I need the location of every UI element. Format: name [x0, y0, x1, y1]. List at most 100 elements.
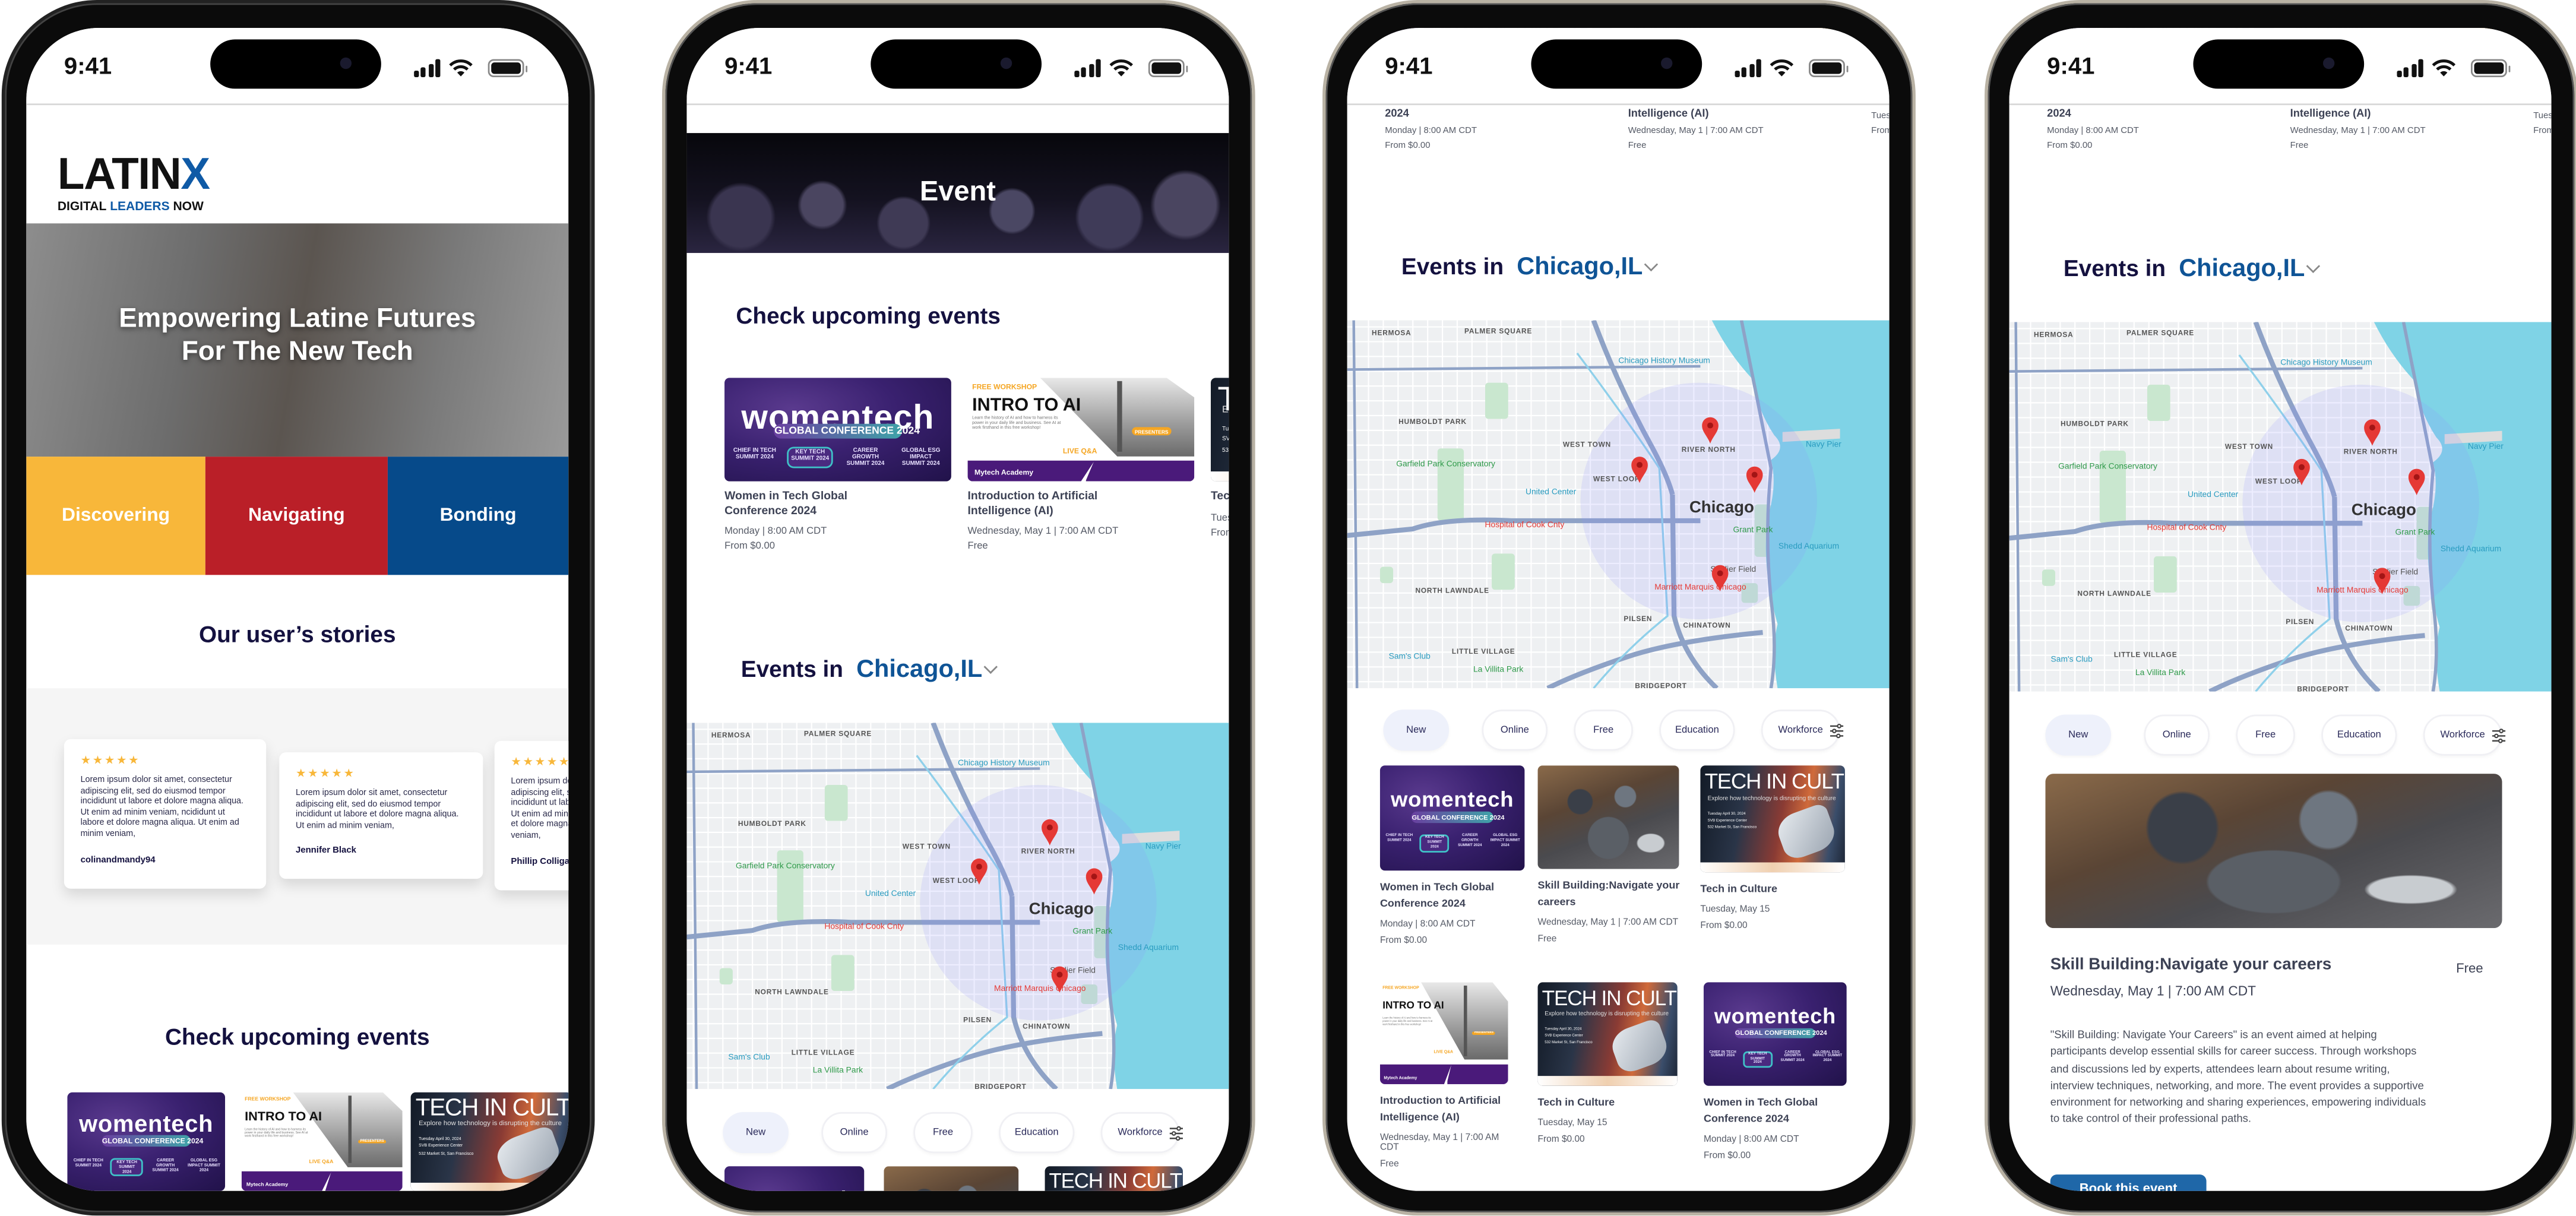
map-canvas[interactable]: RIVER NORTH WEST LOOP WEST TOWN Navy Pier Gr…: [1347, 320, 1890, 689]
cellular-signal-icon: [1735, 59, 1761, 78]
tile-navigating[interactable]: Navigating: [205, 457, 388, 575]
filter-chips: New Online Free Education Workforce: [686, 1112, 1229, 1155]
tile-bonding[interactable]: Bonding: [387, 457, 569, 575]
map-canvas[interactable]: RIVER NORTH WEST LOOP WEST TOWN Navy Pier Gr…: [686, 723, 1229, 1090]
wifi-icon: [1770, 59, 1794, 77]
filter-chip-online[interactable]: Online: [821, 1112, 887, 1154]
events-map[interactable]: RIVER NORTH WEST LOOP WEST TOWN Navy Pier Gr…: [2009, 322, 2552, 692]
testimonial-author: Phillip Colliga: [511, 856, 569, 867]
event-card[interactable]: TECH IN CULTURE Explore how technology i…: [1210, 378, 1229, 539]
events-in-label: Events in: [2063, 254, 2166, 281]
book-event-button[interactable]: Book this event: [2050, 1174, 2207, 1191]
event-price: From $0.00: [1379, 936, 1428, 946]
latinx-logo[interactable]: LATINX DIGITAL LEADERS NOW: [58, 152, 210, 214]
event-title: Tech in Culture: [1700, 884, 1777, 895]
event-detail-date: Wednesday, May 1 | 7:00 AM CDT: [2050, 984, 2256, 999]
map-label: United Center: [865, 889, 916, 898]
event-date: Tuesday, May 15: [2533, 112, 2552, 122]
event-card[interactable]: TECH IN CULTURE Explore how technology i…: [411, 1092, 569, 1191]
city-selector[interactable]: Chicago,IL: [856, 656, 998, 683]
map-label: NORTH LAWNDALE: [755, 988, 829, 996]
events-map[interactable]: RIVER NORTH WEST LOOP WEST TOWN Navy Pier Gr…: [1347, 320, 1890, 689]
event-card[interactable]: womentech GLOBAL CONFERENCE 2024 CHIEF I…: [67, 1092, 225, 1191]
event-title: Introduction to Artificial Intelligence …: [967, 491, 1098, 517]
map-label: Shedd Aquarium: [2441, 543, 2501, 553]
events-carousel: womentech GLOBAL CONFERENCE 2024 CHIEF I…: [686, 378, 1229, 575]
filter-chip-education[interactable]: Education: [2321, 714, 2397, 756]
sliders-icon[interactable]: [2490, 728, 2507, 745]
map-label: CHINATOWN: [2345, 624, 2393, 632]
map-park: [719, 968, 733, 984]
filter-chips: New Online Free Education Workforce: [1347, 710, 1890, 752]
event-card[interactable]: womentech GLOBAL CONFERENCE 2024 CHIEF I…: [1379, 765, 1524, 946]
event-card[interactable]: TECH IN CULTURE Explore how technology i…: [1700, 765, 1844, 932]
events-location-header: Events in Chicago,IL: [2063, 254, 2320, 283]
event-card[interactable]: FREE WORKSHOP INTRO TO AI Learn the hist…: [242, 1092, 403, 1191]
testimonials-section: ★★★★★ Lorem ipsum dolor sit amet, consec…: [26, 688, 569, 945]
map-label: HERMOSA: [2034, 330, 2074, 338]
map-label: WEST TOWN: [2225, 442, 2273, 451]
filter-chip-education[interactable]: Education: [999, 1112, 1075, 1154]
event-date: Tuesday, May 15: [1871, 112, 1890, 122]
map-label: Chicago History Museum: [958, 758, 1049, 767]
womentech-poster: womentech GLOBAL CONFERENCE 2024 CHIEF I…: [724, 378, 951, 481]
map-label: La Villita Park: [813, 1066, 863, 1075]
filter-chip-free[interactable]: Free: [1574, 710, 1634, 751]
map-label: Hospital of Cook Cnty: [2147, 522, 2226, 531]
city-selector[interactable]: Chicago,IL: [2179, 255, 2320, 283]
event-date: Monday | 8:00 AM CDT: [724, 528, 827, 538]
map-park: [1485, 382, 1508, 419]
map-label: United Center: [2188, 489, 2239, 499]
event-price: From $0.00: [1703, 1151, 1751, 1161]
map-label: La Villita Park: [2135, 667, 2185, 677]
wifi-icon: [2432, 59, 2456, 77]
map-label: LITTLE VILLAGE: [1452, 647, 1515, 656]
event-card[interactable]: womentech GLOBAL CONFERENCE 2024 CHIEF I…: [724, 378, 951, 553]
status-bar: 9:41: [26, 28, 569, 106]
tech-culture-poster: TECH IN CULTURE Explore how technology i…: [411, 1092, 569, 1191]
testimonial-author: Jennifer Black: [295, 846, 356, 857]
map-park: [831, 955, 855, 992]
event-card[interactable]: Skill Building:Navigate your careers Wed…: [1537, 765, 1679, 945]
filter-chip-education[interactable]: Education: [1659, 710, 1735, 751]
stories-title: Our user’s stories: [198, 620, 396, 648]
events-location-header: Events in Chicago,IL: [1401, 253, 1658, 281]
filter-chip-free[interactable]: Free: [913, 1112, 973, 1154]
wifi-icon: [449, 59, 473, 77]
womentech-poster: womentech GLOBAL CONFERENCE 2024 CHIEF I…: [1704, 982, 1847, 1085]
event-card[interactable]: [884, 1166, 1018, 1190]
filter-chip-new[interactable]: New: [2045, 714, 2112, 756]
event-card[interactable]: TECH IN CULTURE Explore how technology i…: [1537, 982, 1678, 1145]
tech-culture-poster: TECH IN CULTURE Explore how technology i…: [1045, 1166, 1183, 1190]
status-bar: 9:41: [2009, 28, 2552, 106]
event-card[interactable]: TECH IN CULTURE Explore how technology i…: [1045, 1166, 1183, 1190]
event-card[interactable]: FREE WORKSHOP INTRO TO AI Learn the hist…: [1379, 982, 1508, 1170]
event-card[interactable]: womentech GLOBAL CONFERENCE 2024 CHIEF I…: [1703, 982, 1847, 1161]
tile-discovering[interactable]: Discovering: [26, 457, 205, 575]
map-label: PILSEN: [1624, 615, 1652, 623]
event-card[interactable]: womentech GLOBAL CONFERENCE 2024 CHIEF I…: [724, 1166, 864, 1190]
event-price: From $0.00: [2047, 140, 2093, 151]
filter-chip-new[interactable]: New: [1383, 710, 1450, 751]
dynamic-island: [871, 39, 1042, 89]
wifi-icon: [1109, 59, 1133, 77]
intro-ai-poster: FREE WORKSHOP INTRO TO AI Learn the hist…: [1380, 982, 1508, 1084]
sliders-icon[interactable]: [1168, 1125, 1185, 1142]
map-label: PILSEN: [2286, 618, 2314, 626]
events-map[interactable]: RIVER NORTH WEST LOOP WEST TOWN Navy Pier Gr…: [686, 723, 1229, 1090]
filter-chip-free[interactable]: Free: [2236, 714, 2295, 756]
map-label: BRIDGEPORT: [974, 1082, 1027, 1089]
event-detail-description: "Skill Building: Navigate Your Careers" …: [2050, 1030, 2426, 1126]
filter-chip-online[interactable]: Online: [1482, 710, 1548, 751]
filter-chip-new[interactable]: New: [723, 1112, 789, 1154]
map-label: Grant Park: [2395, 527, 2435, 537]
event-card[interactable]: FREE WORKSHOP INTRO TO AI Learn the hist…: [967, 378, 1195, 553]
map-label: PILSEN: [963, 1015, 992, 1024]
filter-chip-online[interactable]: Online: [2144, 714, 2210, 756]
map-park: [2147, 384, 2170, 421]
events-grid: womentech GLOBAL CONFERENCE 2024 CHIEF I…: [1347, 765, 1890, 1191]
cellular-signal-icon: [1074, 59, 1101, 78]
city-selector[interactable]: Chicago,IL: [1517, 253, 1658, 281]
sliders-icon[interactable]: [1828, 723, 1845, 739]
map-canvas[interactable]: RIVER NORTH WEST LOOP WEST TOWN Navy Pier Gr…: [2009, 322, 2552, 692]
